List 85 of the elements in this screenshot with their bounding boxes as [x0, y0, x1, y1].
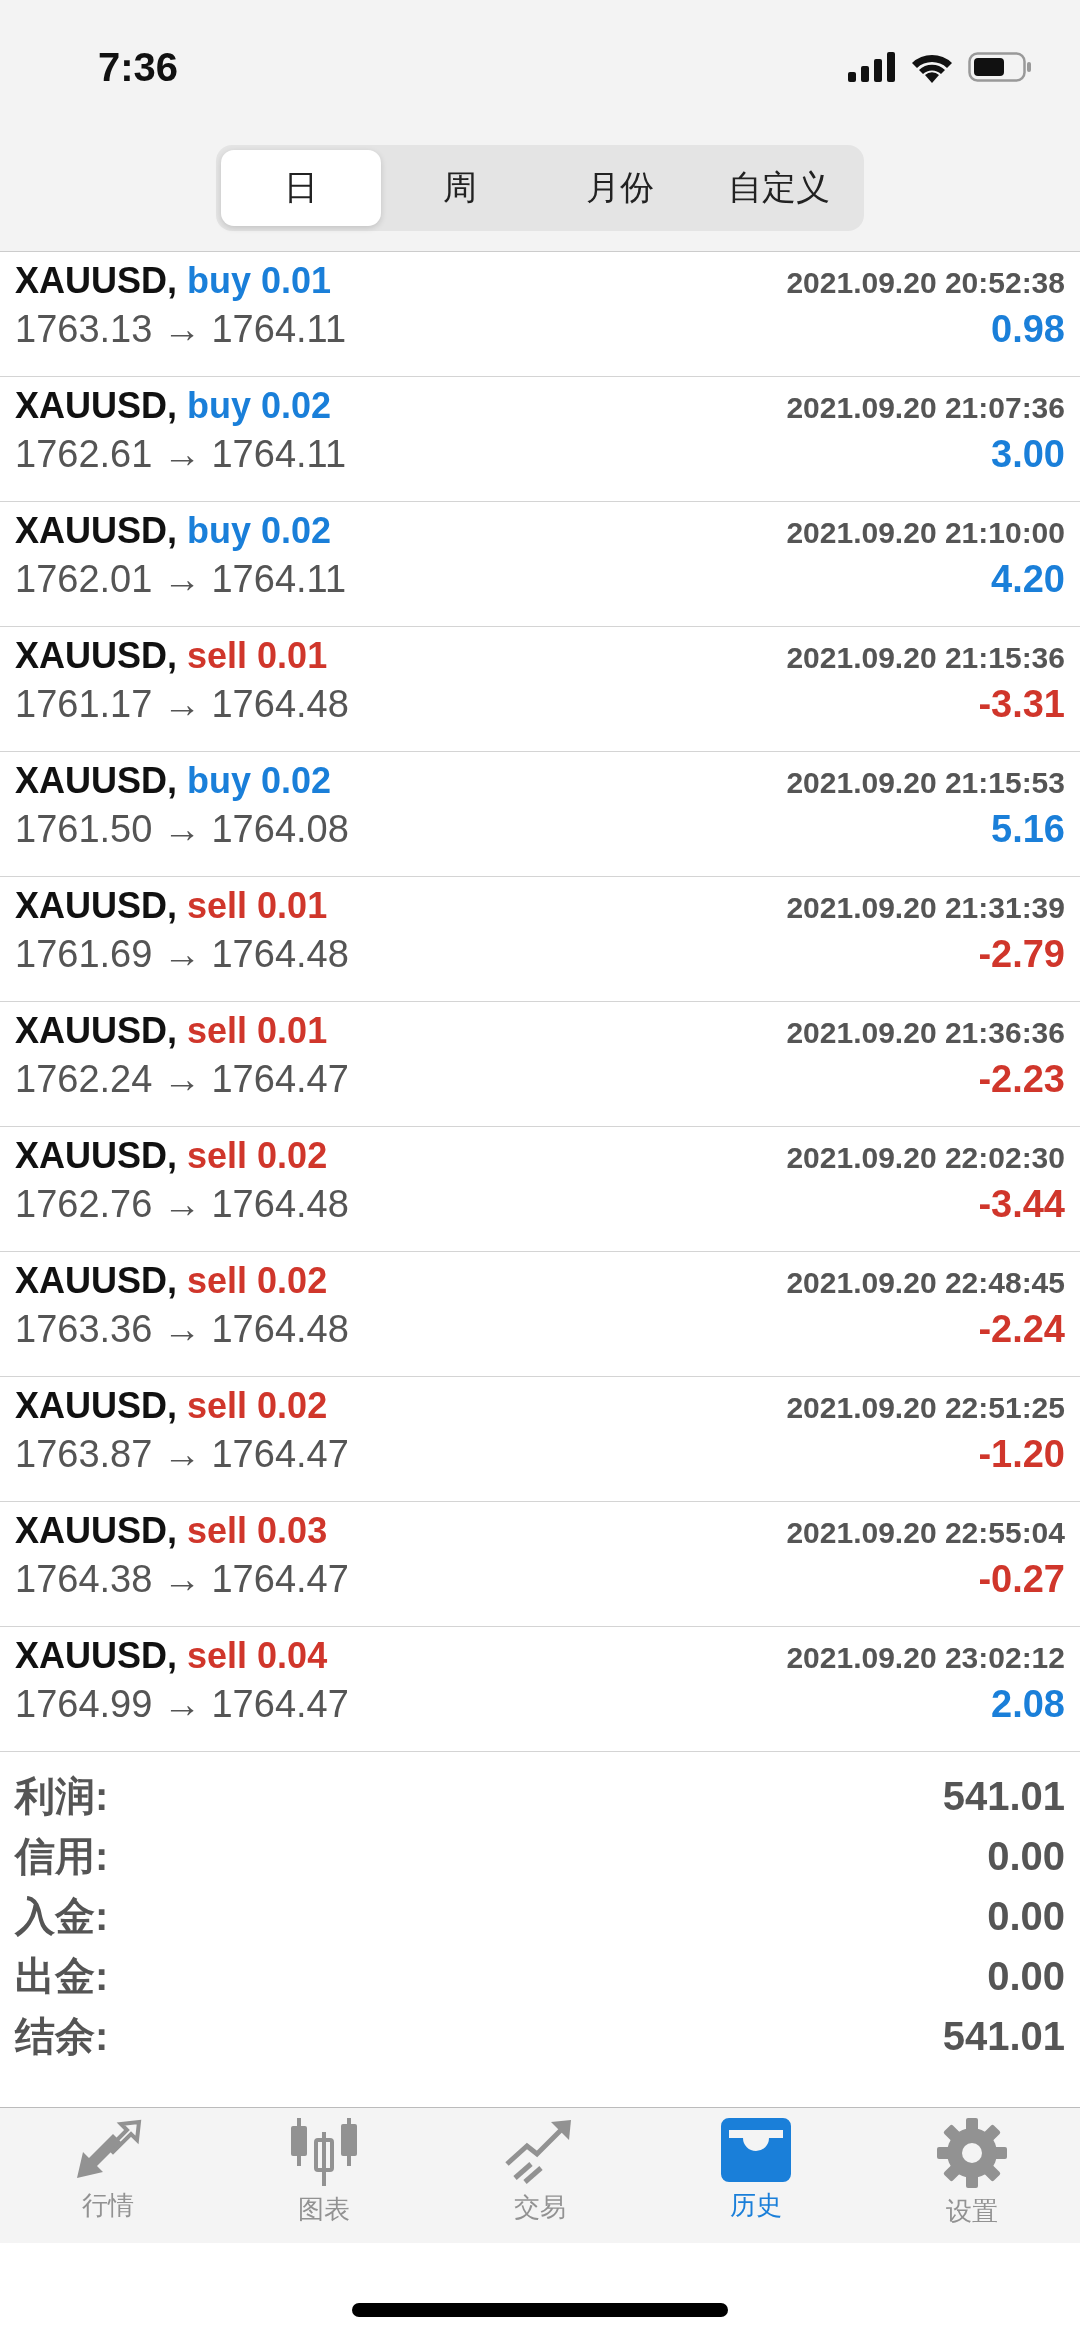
symbol-text: XAUUSD, [15, 1635, 178, 1677]
deal-time: 2021.09.20 21:36:36 [786, 1016, 1065, 1050]
signal-icon [848, 52, 896, 82]
price-range-text: 1762.01 → 1764.11 [15, 558, 346, 601]
price-range-text: 1764.99 → 1764.47 [15, 1683, 349, 1726]
battery-icon [968, 52, 1032, 82]
symbol-text: XAUUSD, [15, 385, 178, 427]
inbox-tray-icon [721, 2118, 791, 2182]
profit-value: 5.16 [991, 808, 1065, 851]
deal-time: 2021.09.20 21:31:39 [786, 891, 1065, 925]
summary-label: 信用: [15, 1832, 109, 1880]
price-range-text: 1762.61 → 1764.11 [15, 433, 346, 476]
period-tab[interactable]: 周 [380, 150, 540, 226]
symbol-text: XAUUSD, [15, 760, 178, 802]
price-range-text: 1761.50 → 1764.08 [15, 808, 349, 851]
tab-bar-item[interactable]: 图表 [254, 2118, 394, 2243]
symbol-text: XAUUSD, [15, 1010, 178, 1052]
symbol-text: XAUUSD, [15, 1510, 178, 1552]
price-range-text: 1761.69 → 1764.48 [15, 933, 349, 976]
order-type-text: sell 0.04 [187, 1635, 328, 1677]
symbol-text: XAUUSD, [15, 260, 178, 302]
summary-value: 0.00 [987, 1893, 1065, 1939]
order-type-text: sell 0.02 [187, 1135, 328, 1177]
deal-time: 2021.09.20 22:55:04 [786, 1516, 1065, 1550]
summary-value: 0.00 [987, 1953, 1065, 1999]
price-range-text: 1763.13 → 1764.11 [15, 308, 346, 351]
profit-value: -2.24 [978, 1308, 1065, 1351]
profit-value: 2.08 [991, 1683, 1065, 1726]
price-range-text: 1764.38 → 1764.47 [15, 1558, 349, 1601]
profit-value: -1.20 [978, 1433, 1065, 1476]
order-type-text: sell 0.01 [187, 1010, 328, 1052]
profit-value: -2.79 [978, 933, 1065, 976]
status-time: 7:36 [98, 44, 179, 90]
order-type-text: sell 0.02 [187, 1260, 328, 1302]
deal-time: 2021.09.20 23:02:12 [786, 1641, 1065, 1675]
order-type-text: buy 0.02 [187, 760, 332, 802]
profit-value: -0.27 [978, 1558, 1065, 1601]
deal-time: 2021.09.20 22:48:45 [786, 1266, 1065, 1300]
profit-value: -3.44 [978, 1183, 1065, 1226]
symbol-text: XAUUSD, [15, 1135, 178, 1177]
order-type-text: buy 0.02 [187, 385, 332, 427]
deal-time: 2021.09.20 21:10:00 [786, 516, 1065, 550]
order-type-text: sell 0.02 [187, 1385, 328, 1427]
summary-label: 出金: [15, 1952, 109, 2000]
deal-time: 2021.09.20 21:15:36 [786, 641, 1065, 675]
symbol-text: XAUUSD, [15, 510, 178, 552]
order-type-text: buy 0.01 [187, 260, 332, 302]
period-tab[interactable]: 月份 [540, 150, 700, 226]
price-range-text: 1761.17 → 1764.48 [15, 683, 349, 726]
period-tab[interactable]: 日 [221, 150, 381, 226]
profit-value: 4.20 [991, 558, 1065, 601]
price-range-text: 1763.87 → 1764.47 [15, 1433, 349, 1476]
deal-time: 2021.09.20 21:15:53 [786, 766, 1065, 800]
summary-value: 541.01 [942, 1773, 1065, 1819]
summary-value: 0.00 [987, 1833, 1065, 1879]
symbol-text: XAUUSD, [15, 1385, 178, 1427]
order-type-text: sell 0.01 [187, 635, 328, 677]
candlestick-icon [289, 2118, 359, 2186]
profit-value: -2.23 [978, 1058, 1065, 1101]
summary-value: 541.01 [942, 2013, 1065, 2059]
summary-label: 入金: [15, 1892, 109, 1940]
settings-icon [937, 2118, 1007, 2188]
profit-value: 3.00 [991, 433, 1065, 476]
order-type-text: buy 0.02 [187, 510, 332, 552]
order-type-text: sell 0.01 [187, 885, 328, 927]
deal-time: 2021.09.20 21:07:36 [786, 391, 1065, 425]
price-range-text: 1762.76 → 1764.48 [15, 1183, 349, 1226]
tab-bar-item[interactable]: 交易 [470, 2118, 610, 2243]
summary-label: 结余: [15, 2012, 109, 2060]
tab-bar-item[interactable]: 历史 [686, 2118, 826, 2243]
tab-bar-item[interactable]: 设置 [902, 2118, 1042, 2243]
order-type-text: sell 0.03 [187, 1510, 328, 1552]
summary-label: 利润: [15, 1772, 109, 1820]
profit-value: -3.31 [978, 683, 1065, 726]
symbol-text: XAUUSD, [15, 885, 178, 927]
tab-bar-item[interactable]: 行情 [38, 2118, 178, 2243]
deal-time: 2021.09.20 22:02:30 [786, 1141, 1065, 1175]
price-range-text: 1763.36 → 1764.48 [15, 1308, 349, 1351]
period-tab[interactable]: 自定义 [699, 150, 859, 226]
profit-value: 0.98 [991, 308, 1065, 351]
deal-time: 2021.09.20 20:52:38 [786, 266, 1065, 300]
symbol-text: XAUUSD, [15, 635, 178, 677]
deal-time: 2021.09.20 22:51:25 [786, 1391, 1065, 1425]
price-range-text: 1762.24 → 1764.47 [15, 1058, 349, 1101]
symbol-text: XAUUSD, [15, 1260, 178, 1302]
